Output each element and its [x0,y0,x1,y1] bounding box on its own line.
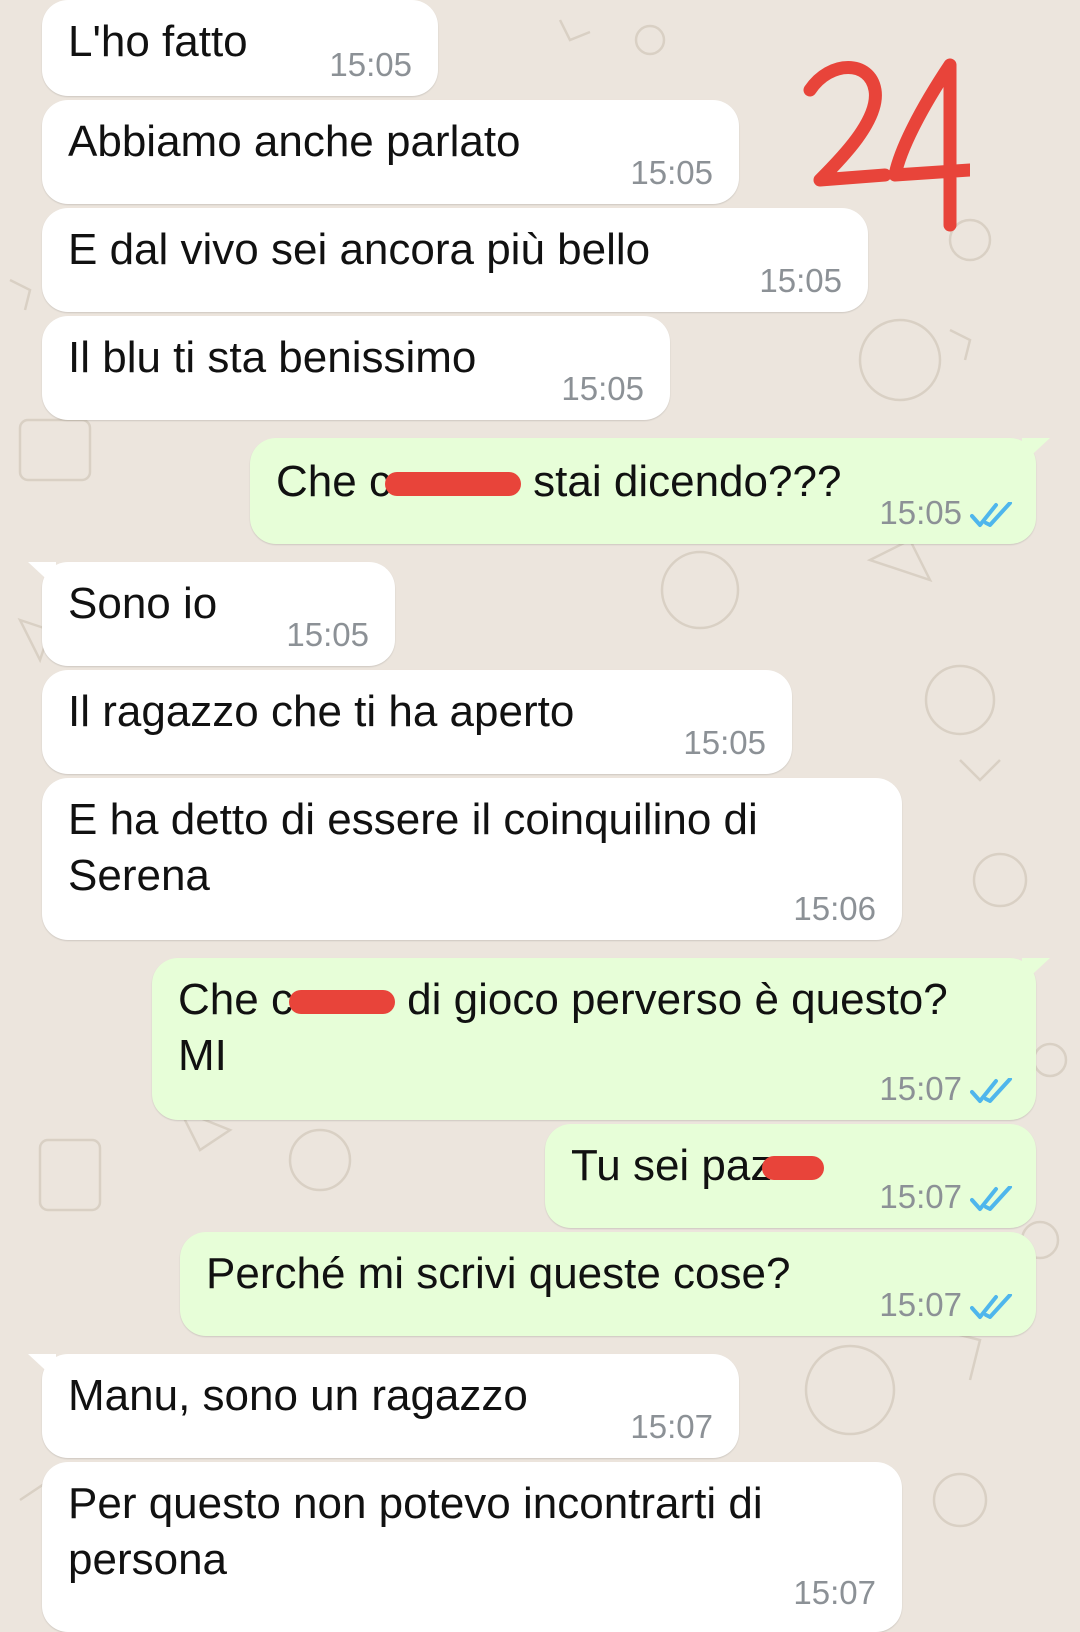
message-text: E ha detto di essere il coinquilino di S… [68,795,758,900]
outgoing-message[interactable]: Che c di gioco perverso è questo? MI 15:… [152,958,1050,1120]
message-time: 15:07 [630,1408,713,1445]
message-text: E dal vivo sei ancora più bello [68,225,651,274]
incoming-message[interactable]: Abbiamo anche parlato 15:05 [42,100,739,204]
bubble-tail [1022,438,1050,464]
message-text: Manu, sono un ragazzo [68,1371,528,1420]
incoming-message[interactable]: Manu, sono un ragazzo 15:07 [28,1354,739,1458]
message-time: 15:05 [683,724,766,761]
message-text: Il blu ti sta benissimo [68,333,477,382]
outgoing-message[interactable]: Perché mi scrivi queste cose? 15:07 [180,1232,1036,1336]
message-text: Abbiamo anche parlato [68,117,521,166]
message-time: 15:07 [793,1574,876,1611]
incoming-message[interactable]: Per questo non potevo incontrarti di per… [42,1462,902,1632]
incoming-message[interactable]: L'ho fatto 15:05 [42,0,438,96]
message-text: Tu sei paz [571,1138,825,1194]
message-time: 15:05 [329,46,412,83]
message-text: Perché mi scrivi queste cose? [206,1249,791,1298]
double-check-read-icon [970,1078,1012,1103]
message-time: 15:05 [286,616,369,653]
message-time: 15:05 [561,370,644,407]
message-time: 15:07 [879,1070,962,1107]
redaction-mark [288,990,395,1015]
message-text: Che c di gioco perverso è questo? MI [178,975,948,1080]
message-text: Per questo non potevo incontrarti di per… [68,1479,763,1584]
double-check-read-icon [970,1294,1012,1319]
double-check-read-icon [970,502,1012,527]
redaction-mark [762,1156,825,1181]
message-time: 15:07 [879,1178,962,1215]
incoming-message[interactable]: Sono io 15:05 [28,562,395,666]
message-time: 15:05 [630,154,713,191]
bubble-tail [28,1354,56,1380]
message-time: 15:06 [793,890,876,927]
message-text: Il ragazzo che ti ha aperto [68,687,575,736]
incoming-message[interactable]: Il blu ti sta benissimo 15:05 [42,316,670,420]
outgoing-message[interactable]: Che c stai dicendo??? 15:05 [250,438,1050,544]
message-text: L'ho fatto [68,17,248,66]
message-text: Che c stai dicendo??? [276,457,842,506]
redaction-mark [384,472,521,497]
message-time: 15:05 [759,262,842,299]
incoming-message[interactable]: E ha detto di essere il coinquilino di S… [42,778,902,940]
incoming-message[interactable]: E dal vivo sei ancora più bello 15:05 [42,208,868,312]
bubble-tail [1022,958,1050,984]
double-check-read-icon [970,1186,1012,1211]
red-handwritten-annotation [803,58,970,232]
message-time: 15:05 [879,494,962,531]
message-text: Sono io [68,579,218,628]
incoming-message[interactable]: Il ragazzo che ti ha aperto 15:05 [42,670,792,774]
bubble-tail [28,562,56,588]
outgoing-message[interactable]: Tu sei paz 15:07 [545,1124,1036,1228]
message-time: 15:07 [879,1286,962,1323]
